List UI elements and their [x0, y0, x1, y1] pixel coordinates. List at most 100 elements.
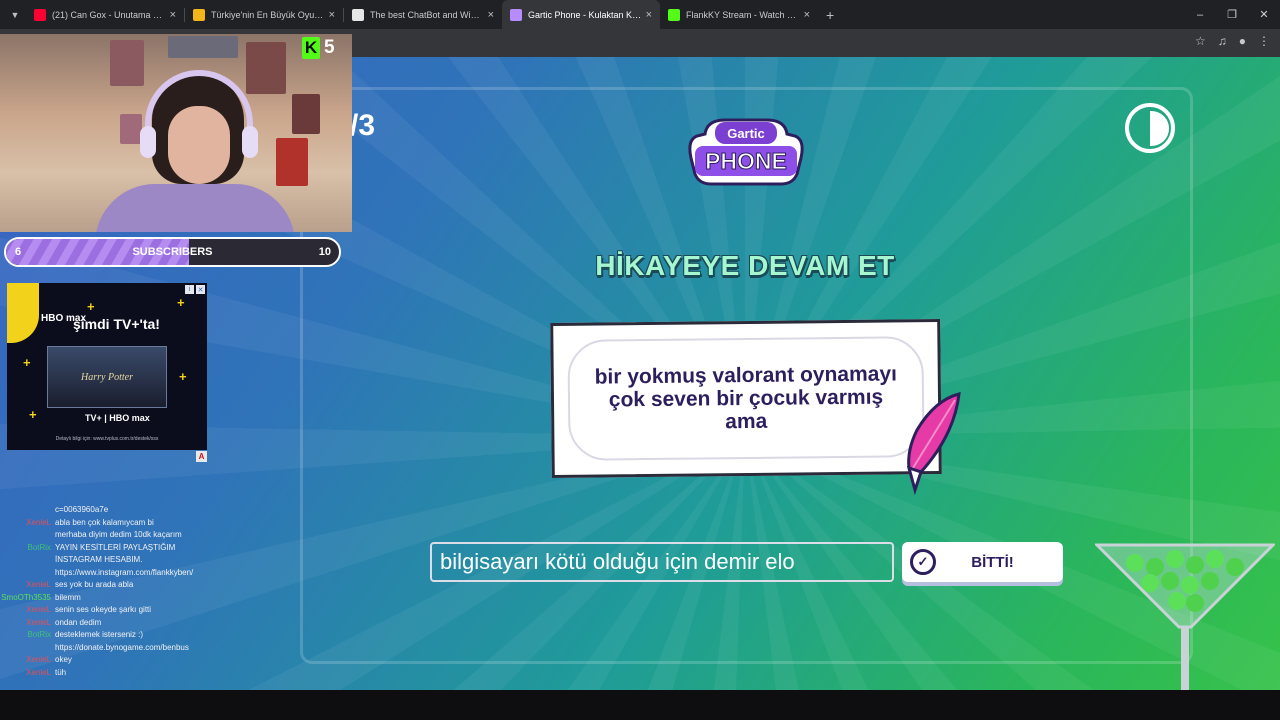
chat-message: XenieL senin ses okeyde şarkı gitti	[0, 604, 200, 617]
viewer-count-badge: K 5	[302, 37, 335, 59]
profile-avatar-icon[interactable]: ●	[1239, 34, 1246, 48]
ad-info-icon[interactable]: i	[185, 285, 194, 294]
browser-tab[interactable]: Gartic Phone - Kulaktan Kulağa ×	[502, 0, 660, 29]
chat-username[interactable]: XenieL	[0, 667, 55, 680]
streamer-body	[95, 184, 295, 232]
viewer-count: 5	[324, 37, 335, 58]
check-icon: ✓	[910, 549, 936, 575]
close-tab-icon[interactable]: ×	[804, 9, 810, 21]
ad-choices: i ✕	[185, 285, 205, 294]
browser-tab-bar: ▼ (21) Can Gox - Unutama Beni × Türkiye'ni…	[0, 0, 1280, 29]
chat-username[interactable]: XenieL	[0, 654, 55, 667]
browser-tab[interactable]: Türkiye'nin En Büyük Oyuncu D ×	[185, 0, 343, 29]
tab-search-button[interactable]: ▼	[4, 4, 26, 26]
story-card: bir yokmuş valorant oynamayı çok seven b…	[550, 318, 942, 479]
ad-badge: A	[196, 451, 207, 462]
chat-message: XenieL ses yok bu arada abla	[0, 579, 200, 592]
chat-text: ondan dedim	[55, 617, 102, 627]
window-controls: – ❐ ✕	[1184, 0, 1280, 29]
chat-username[interactable]: XenieL	[0, 617, 55, 630]
browser-tab[interactable]: FlankKY Stream - Watch Live on ×	[660, 0, 818, 29]
botrix-icon	[352, 8, 364, 21]
streamer-webcam: K 5	[0, 34, 352, 232]
chat-text: senin ses okeyde şarkı gitti	[55, 605, 152, 614]
close-tab-icon[interactable]: ×	[488, 9, 494, 21]
story-card-inner: bir yokmuş valorant oynamayı çok seven b…	[567, 336, 925, 461]
chat-text: YAYIN KESİTLERİ PAYLAŞTIĞIM İNSTAGRAM HE…	[55, 542, 194, 577]
ad-logos: TV+ | HBO max	[85, 413, 150, 423]
turn-timer	[1125, 103, 1175, 153]
subscriber-goal-bar: 6 SUBSCRIBERS 10	[4, 237, 341, 267]
plus-sparkle-icon: +	[177, 295, 185, 310]
chat-text: okey	[55, 655, 72, 664]
close-tab-icon[interactable]: ×	[170, 9, 176, 21]
timer-fill	[1150, 111, 1169, 146]
browser-menu-icon[interactable]: ⋮	[1258, 34, 1270, 48]
tab-title: Gartic Phone - Kulaktan Kulağa	[528, 9, 642, 20]
wall-poster	[120, 114, 142, 144]
chat-message: XenieL tüh	[0, 667, 200, 680]
story-answer-input[interactable]	[430, 542, 894, 582]
ad-footer: Detaylı bilgi için: www.tvplus.com.tr/de…	[55, 436, 159, 442]
quill-pen-icon	[906, 392, 961, 495]
chat-username[interactable]: BotRix	[0, 629, 55, 654]
minimize-button[interactable]: –	[1184, 0, 1216, 29]
media-control-icon[interactable]: ♫	[1218, 34, 1227, 48]
chat-username[interactable]: XenieL	[0, 604, 55, 617]
kick-icon	[668, 8, 680, 21]
plus-sparkle-icon: +	[179, 369, 187, 384]
headset-ear-left	[140, 126, 156, 158]
story-text: bir yokmuş valorant oynamayı çok seven b…	[594, 362, 898, 434]
tab-strip: (21) Can Gox - Unutama Beni × Türkiye'nin …	[26, 0, 818, 29]
ad-corner-shape	[7, 283, 39, 343]
browser-tab[interactable]: The best ChatBot and Widgets ×	[344, 0, 502, 29]
chat-username[interactable]	[0, 504, 55, 517]
browser-tab[interactable]: (21) Can Gox - Unutama Beni ×	[26, 0, 184, 29]
kick-logo-icon: K	[302, 37, 320, 59]
subscriber-goal-label: SUBSCRIBERS	[132, 246, 213, 258]
chat-text: abla ben çok kalamıycam bi merhaba diyim…	[55, 517, 182, 540]
logo-top-text: Gartic	[727, 126, 765, 141]
chat-text: ses yok bu arada abla	[55, 580, 134, 589]
done-button[interactable]: ✓ BİTTİ!	[902, 542, 1063, 582]
wall-poster	[168, 36, 238, 58]
tab-title: Türkiye'nin En Büyük Oyuncu D	[211, 9, 325, 20]
close-tab-icon[interactable]: ×	[646, 9, 652, 21]
bookmark-star-icon[interactable]: ☆	[1195, 34, 1206, 48]
chat-message: BotRix YAYIN KESİTLERİ PAYLAŞTIĞIM İNSTAG…	[0, 542, 200, 580]
game-site-icon	[193, 8, 205, 21]
advertisement[interactable]: i ✕ + + + + + HBO max şimdi TV+'ta! Harr…	[7, 283, 207, 450]
headset	[145, 70, 253, 150]
chat-text: tüh	[55, 667, 67, 677]
chat-text: desteklemek isterseniz :) https://donate…	[55, 630, 189, 652]
chat-username[interactable]: XenieL	[0, 579, 55, 592]
headset-ear-right	[242, 126, 258, 158]
chat-text: bilemm	[55, 592, 81, 602]
ad-poster-title: Harry Potter	[81, 372, 133, 383]
stream-chat: c=0063960a7e XenieL abla ben çok kalamıyca…	[0, 504, 200, 679]
wall-poster	[292, 94, 320, 134]
gartic-phone-logo: Gartic PHONE	[688, 118, 804, 186]
ad-headline: şimdi TV+'ta!	[73, 316, 160, 332]
plus-sparkle-icon: +	[87, 299, 95, 314]
chat-message: XenieL ondan dedim	[0, 617, 200, 630]
wall-poster	[246, 42, 286, 94]
stream-bottom-bar	[0, 690, 1280, 720]
chat-username[interactable]: XenieL	[0, 517, 55, 542]
done-button-label: BİTTİ!	[971, 553, 1014, 571]
restore-button[interactable]: ❐	[1216, 0, 1248, 29]
chat-message: c=0063960a7e	[0, 504, 200, 517]
tab-title: FlankKY Stream - Watch Live on	[686, 9, 800, 20]
chat-username[interactable]: BotRix	[0, 542, 55, 580]
ad-poster-image: Harry Potter	[47, 346, 167, 408]
close-tab-icon[interactable]: ×	[329, 9, 335, 21]
close-window-button[interactable]: ✕	[1248, 0, 1280, 29]
ad-close-icon[interactable]: ✕	[196, 285, 205, 294]
chat-text: c=0063960a7e	[55, 505, 109, 514]
plus-sparkle-icon: +	[23, 355, 31, 370]
wall-poster	[110, 40, 144, 86]
new-tab-button[interactable]: +	[826, 7, 834, 23]
round-counter: /3	[350, 109, 376, 142]
chat-username[interactable]: SmoOTh3535	[0, 592, 55, 605]
page-title: HİKAYEYE DEVAM ET	[595, 250, 895, 281]
